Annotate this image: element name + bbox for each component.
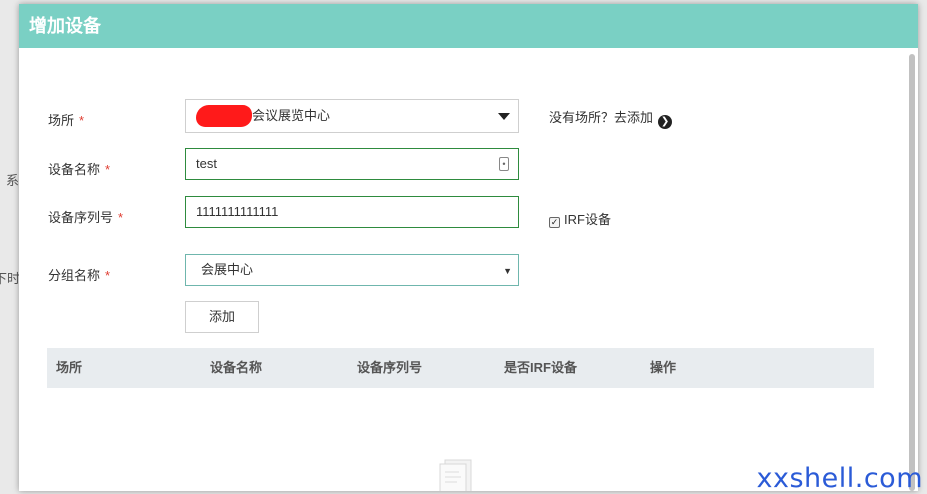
required-mark: *: [79, 113, 85, 128]
column-header-place: 场所: [56, 360, 83, 375]
background-text: 下时: [0, 271, 21, 286]
group-select-value: 会展中心: [201, 262, 254, 277]
required-mark: *: [105, 162, 111, 177]
device-name-input[interactable]: test •: [185, 148, 519, 180]
serial-label-text: 设备序列号: [48, 210, 114, 225]
chevron-down-icon: ▼: [503, 266, 512, 276]
device-name-label-text: 设备名称: [48, 162, 101, 177]
watermark: xxshell.com: [756, 463, 923, 494]
device-name-label: 设备名称 *: [48, 159, 110, 178]
irf-label: IRF设备: [564, 212, 611, 227]
serial-label: 设备序列号 *: [48, 207, 123, 226]
column-header-irf: 是否IRF设备: [504, 360, 577, 375]
chevron-down-icon: [498, 113, 510, 120]
device-table-header: 场所 设备名称 设备序列号 是否IRF设备 操作: [47, 348, 874, 388]
serial-input[interactable]: 1111111111111: [185, 196, 519, 228]
add-device-dialog: 增加设备 场所 * 会议展览中心 没有场所？去添加 ❯ 设备名称 * test • 设…: [19, 4, 918, 491]
place-select[interactable]: 会议展览中心: [185, 99, 519, 133]
place-select-value: 会议展览中心: [252, 108, 331, 123]
column-header-device-name: 设备名称: [210, 360, 263, 375]
redaction-mark: [196, 105, 252, 127]
column-header-actions: 操作: [650, 360, 677, 375]
place-label: 场所 *: [48, 110, 84, 129]
irf-checkbox[interactable]: ✓ IRF设备: [549, 209, 611, 228]
place-label-text: 场所: [48, 113, 75, 128]
add-button[interactable]: 添加: [185, 301, 259, 333]
scrollbar[interactable]: [909, 54, 915, 491]
background-text: 系: [6, 173, 20, 188]
add-place-link-text: 没有场所？去添加: [549, 110, 654, 125]
add-place-link[interactable]: 没有场所？去添加 ❯: [549, 107, 673, 129]
arrow-right-circle-icon: ❯: [658, 115, 673, 129]
empty-document-icon: [439, 459, 472, 491]
password-manager-icon[interactable]: •: [499, 157, 509, 171]
checkmark-icon[interactable]: ✓: [549, 217, 560, 228]
dialog-title: 增加设备: [19, 4, 918, 48]
column-header-serial: 设备序列号: [357, 360, 423, 375]
required-mark: *: [118, 210, 124, 225]
group-label: 分组名称 *: [48, 265, 110, 284]
group-select[interactable]: 会展中心 ▼: [185, 254, 519, 286]
serial-value: 1111111111111: [196, 204, 279, 219]
required-mark: *: [105, 268, 111, 283]
device-name-value: test: [196, 156, 217, 171]
group-label-text: 分组名称: [48, 268, 101, 283]
